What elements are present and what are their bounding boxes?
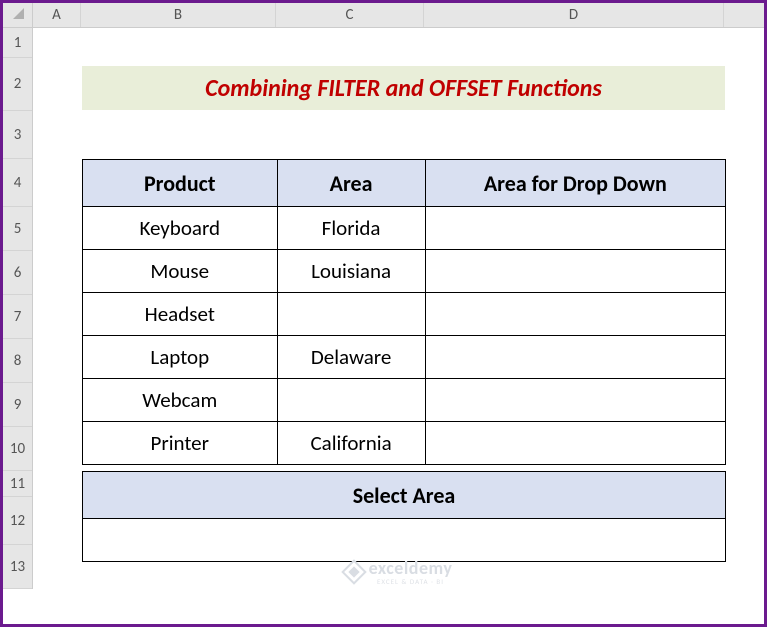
cell-dropdown[interactable] <box>425 336 725 379</box>
row-header-8[interactable]: 8 <box>3 339 32 383</box>
col-header-b[interactable]: B <box>81 3 276 27</box>
cell-area[interactable] <box>277 379 425 422</box>
column-headers: A B C D <box>33 3 764 28</box>
select-all-corner[interactable] <box>3 3 33 28</box>
select-area-table: Select Area <box>82 471 726 562</box>
page-title: Combining FILTER and OFFSET Functions <box>82 66 725 110</box>
watermark-tagline: EXCEL & DATA · BI <box>369 577 453 586</box>
row-header-7[interactable]: 7 <box>3 295 32 339</box>
select-area-header[interactable]: Select Area <box>83 472 726 519</box>
select-area-cell[interactable] <box>83 519 726 562</box>
row-header-4[interactable]: 4 <box>3 159 32 207</box>
cell-dropdown[interactable] <box>425 379 725 422</box>
cell-area[interactable]: Delaware <box>277 336 425 379</box>
app-frame: A B C D 1 2 3 4 5 6 7 8 9 10 11 12 13 Co… <box>0 0 767 627</box>
table-row: Laptop Delaware <box>83 336 726 379</box>
table-row: Mouse Louisiana <box>83 250 726 293</box>
row-header-2[interactable]: 2 <box>3 58 32 111</box>
cell-dropdown[interactable] <box>425 293 725 336</box>
cell-product[interactable]: Printer <box>83 422 278 465</box>
cell-dropdown[interactable] <box>425 250 725 293</box>
row-header-11[interactable]: 11 <box>3 471 32 497</box>
cell-area[interactable]: Louisiana <box>277 250 425 293</box>
cell-product[interactable]: Mouse <box>83 250 278 293</box>
table-row: Headset <box>83 293 726 336</box>
cell-product[interactable]: Laptop <box>83 336 278 379</box>
watermark-logo-icon <box>341 559 366 584</box>
cell-dropdown[interactable] <box>425 207 725 250</box>
sheet-area[interactable]: Combining FILTER and OFFSET Functions Pr… <box>33 28 764 624</box>
header-dropdown[interactable]: Area for Drop Down <box>425 160 725 207</box>
col-header-c[interactable]: C <box>276 3 424 27</box>
row-headers: 1 2 3 4 5 6 7 8 9 10 11 12 13 <box>3 28 33 589</box>
table-row: Webcam <box>83 379 726 422</box>
table-row: Keyboard Florida <box>83 207 726 250</box>
col-header-a[interactable]: A <box>33 3 81 27</box>
row-header-13[interactable]: 13 <box>3 545 32 589</box>
row-header-1[interactable]: 1 <box>3 28 32 58</box>
cell-product[interactable]: Keyboard <box>83 207 278 250</box>
select-all-icon <box>11 6 25 20</box>
row-header-3[interactable]: 3 <box>3 111 32 159</box>
row-header-9[interactable]: 9 <box>3 383 32 427</box>
cell-area[interactable]: Florida <box>277 207 425 250</box>
cell-area[interactable]: California <box>277 422 425 465</box>
header-product[interactable]: Product <box>83 160 278 207</box>
cell-product[interactable]: Headset <box>83 293 278 336</box>
table-header-row: Product Area Area for Drop Down <box>83 160 726 207</box>
row-header-10[interactable]: 10 <box>3 427 32 471</box>
cell-product[interactable]: Webcam <box>83 379 278 422</box>
cell-dropdown[interactable] <box>425 422 725 465</box>
cell-area[interactable] <box>277 293 425 336</box>
data-table: Product Area Area for Drop Down Keyboard… <box>82 159 726 465</box>
row-header-6[interactable]: 6 <box>3 251 32 295</box>
row-header-5[interactable]: 5 <box>3 207 32 251</box>
table-row: Printer California <box>83 422 726 465</box>
col-header-d[interactable]: D <box>424 3 724 27</box>
header-area[interactable]: Area <box>277 160 425 207</box>
row-header-12[interactable]: 12 <box>3 497 32 545</box>
